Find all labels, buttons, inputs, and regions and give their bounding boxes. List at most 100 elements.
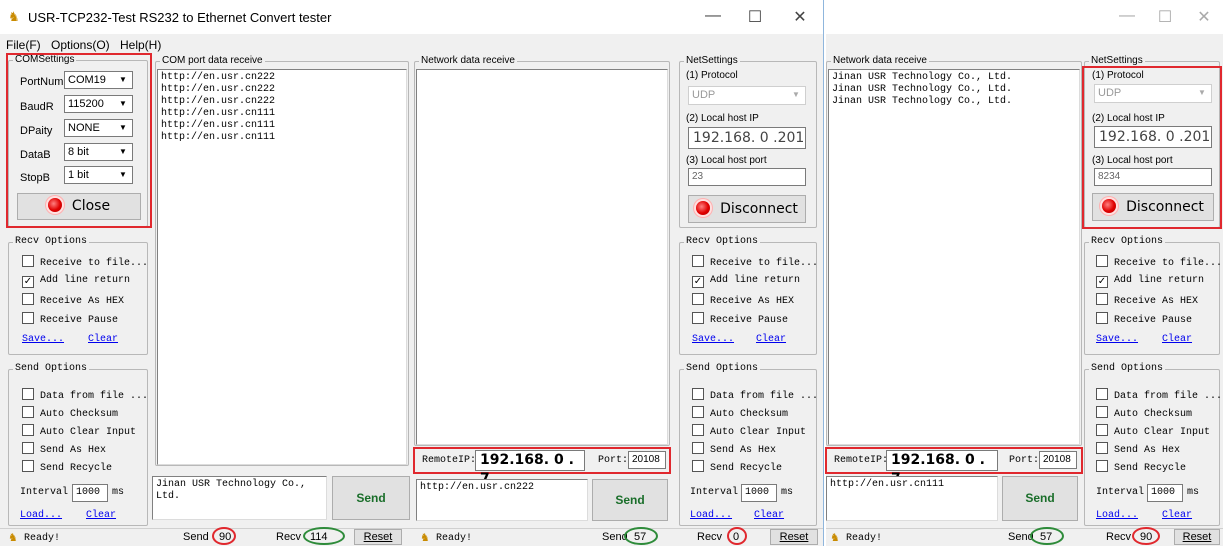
- net1-settings-legend: NetSettings: [686, 55, 738, 66]
- menu-options[interactable]: Options(O): [51, 38, 110, 52]
- close-window-button[interactable]: ✕: [1194, 7, 1214, 27]
- maximize-button[interactable]: ☐: [745, 7, 765, 27]
- net1-receive-hex-checkbox[interactable]: Receive As HEX: [692, 293, 794, 307]
- net1-send-hex-checkbox[interactable]: Send As Hex: [692, 442, 776, 456]
- net2-receive-to-file-checkbox[interactable]: Receive to file...: [1096, 255, 1222, 269]
- net2-receive-hex-checkbox[interactable]: Receive As HEX: [1096, 293, 1198, 307]
- load-link[interactable]: Load...: [20, 510, 62, 521]
- net1-receive-pause-checkbox[interactable]: Receive Pause: [692, 312, 788, 326]
- net2-port-input[interactable]: 20108: [1039, 451, 1077, 469]
- net1-data-from-file-checkbox[interactable]: Data from file ...: [692, 388, 818, 402]
- net1-remote-ip-input[interactable]: 192.168. 0 . 7: [475, 450, 585, 487]
- checkbox-icon: [692, 312, 704, 324]
- receive-to-file-checkbox[interactable]: Receive to file...: [22, 255, 148, 269]
- auto-clear-input-checkbox[interactable]: Auto Clear Input: [22, 424, 136, 438]
- com-receive-line: http://en.usr.cn111: [161, 132, 276, 143]
- checkbox-icon: [22, 312, 34, 324]
- net2-interval-input[interactable]: 1000: [1147, 484, 1183, 502]
- menu-file[interactable]: File(F): [6, 38, 41, 52]
- com-receive-line: http://en.usr.cn111: [161, 108, 276, 119]
- net1-send-options-legend: Send Options: [686, 363, 759, 374]
- net1-local-ip-label: (2) Local host IP: [686, 113, 759, 124]
- receive-pause-checkbox[interactable]: Receive Pause: [22, 312, 118, 326]
- window-title: USR-TCP232-Test RS232 to Ethernet Conver…: [28, 10, 332, 25]
- status-icon: ♞: [420, 532, 430, 544]
- net2-receive-pause-checkbox[interactable]: Receive Pause: [1096, 312, 1192, 326]
- net2-auto-checksum-checkbox[interactable]: Auto Checksum: [1096, 406, 1192, 420]
- net2-send-recycle-checkbox[interactable]: Send Recycle: [1096, 460, 1186, 474]
- title-bar: ♞ USR-TCP232-Test RS232 to Ethernet Conv…: [0, 0, 823, 34]
- net2-send-input[interactable]: http://en.usr.cn111: [826, 476, 998, 521]
- net2-interval-label: Interval: [1096, 487, 1145, 498]
- net1-send-button[interactable]: Send: [592, 479, 668, 521]
- net2-send-options-legend: Send Options: [1091, 363, 1164, 374]
- net1-send-clear-link[interactable]: Clear: [754, 510, 784, 521]
- net1-local-port-input[interactable]: 23: [688, 168, 806, 186]
- send-recycle-checkbox[interactable]: Send Recycle: [22, 460, 112, 474]
- menu-help[interactable]: Help(H): [120, 38, 161, 52]
- net2-remote-ip-input[interactable]: 192.168. 0 . 7: [886, 450, 998, 487]
- recv-clear-link[interactable]: Clear: [88, 334, 118, 345]
- net2-data-from-file-checkbox[interactable]: Data from file ...: [1096, 388, 1222, 402]
- interval-label: Interval: [20, 487, 69, 498]
- net2-receive-legend: Network data receive: [833, 55, 927, 66]
- net2-load-link[interactable]: Load...: [1096, 510, 1138, 521]
- net1-auto-checksum-checkbox[interactable]: Auto Checksum: [692, 406, 788, 420]
- auto-checksum-label: Auto Checksum: [710, 409, 789, 420]
- net1-receive-to-file-checkbox[interactable]: Receive to file...: [692, 255, 818, 269]
- net1-protocol-select[interactable]: UDP ▼: [688, 86, 806, 105]
- checkmark-icon: ✓: [692, 276, 704, 288]
- data-from-file-checkbox[interactable]: Data from file ...: [22, 388, 148, 402]
- add-line-return-checkbox[interactable]: ✓ Add line return: [22, 274, 130, 288]
- net2-add-line-return-checkbox[interactable]: ✓ Add line return: [1096, 274, 1204, 288]
- close-window-button[interactable]: ✕: [790, 7, 810, 27]
- net2-reset-button[interactable]: Reset: [1174, 529, 1220, 545]
- send-hex-label: Send As Hex: [1114, 445, 1181, 456]
- net1-send-recycle-checkbox[interactable]: Send Recycle: [692, 460, 782, 474]
- checkbox-icon: [22, 424, 34, 436]
- net1-disconnect-button[interactable]: Disconnect: [688, 195, 806, 223]
- send-clear-link[interactable]: Clear: [86, 510, 116, 521]
- receive-hex-label: Receive As HEX: [1114, 296, 1199, 307]
- net1-receive-area[interactable]: [416, 69, 668, 445]
- net2-auto-clear-input-checkbox[interactable]: Auto Clear Input: [1096, 424, 1210, 438]
- receive-pause-label: Receive Pause: [1114, 315, 1193, 326]
- minimize-button[interactable]: —: [1117, 7, 1137, 25]
- checkbox-icon: [22, 442, 34, 454]
- send-hex-checkbox[interactable]: Send As Hex: [22, 442, 106, 456]
- com-receive-area[interactable]: http://en.usr.cn222 http://en.usr.cn222 …: [157, 69, 407, 465]
- net1-reset-button[interactable]: Reset: [770, 529, 818, 545]
- checkbox-icon: [1096, 424, 1108, 436]
- net2-send-button[interactable]: Send: [1002, 476, 1078, 521]
- net1-auto-clear-input-checkbox[interactable]: Auto Clear Input: [692, 424, 806, 438]
- net1-add-line-return-checkbox[interactable]: ✓ Add line return: [692, 274, 800, 288]
- com-receive-line: http://en.usr.cn222: [161, 96, 276, 107]
- net2-recv-clear-link[interactable]: Clear: [1162, 334, 1192, 345]
- left-recv-label: Recv: [276, 531, 302, 543]
- net2-receive-area[interactable]: Jinan USR Technology Co., Ltd. Jinan USR…: [828, 69, 1080, 445]
- net1-local-ip-input[interactable]: 192.168. 0 .201: [688, 127, 806, 149]
- net2-send-clear-link[interactable]: Clear: [1162, 510, 1192, 521]
- receive-hex-checkbox[interactable]: Receive As HEX: [22, 293, 124, 307]
- net1-recv-clear-link[interactable]: Clear: [756, 334, 786, 345]
- net1-load-link[interactable]: Load...: [690, 510, 732, 521]
- left-reset-button[interactable]: Reset: [354, 529, 402, 545]
- net1-send-input[interactable]: http://en.usr.cn222: [416, 479, 588, 521]
- net1-interval-input[interactable]: 1000: [741, 484, 777, 502]
- minimize-button[interactable]: —: [703, 7, 723, 25]
- net2-status-text: Ready!: [846, 533, 883, 544]
- net2-save-link[interactable]: Save...: [1096, 334, 1138, 345]
- auto-checksum-checkbox[interactable]: Auto Checksum: [22, 406, 118, 420]
- net2-send-hex-checkbox[interactable]: Send As Hex: [1096, 442, 1180, 456]
- save-link[interactable]: Save...: [22, 334, 64, 345]
- interval-input[interactable]: 1000: [72, 484, 108, 502]
- com-send-input[interactable]: Jinan USR Technology Co., Ltd.: [152, 476, 327, 520]
- net1-port-input[interactable]: 20108: [628, 451, 666, 469]
- checkbox-icon: [22, 293, 34, 305]
- com-send-button[interactable]: Send: [332, 476, 410, 520]
- net1-protocol-label: (1) Protocol: [686, 70, 738, 81]
- maximize-button[interactable]: ☐: [1155, 7, 1175, 27]
- send-recycle-label: Send Recycle: [40, 463, 113, 474]
- net1-save-link[interactable]: Save...: [692, 334, 734, 345]
- net2-receive-line: Jinan USR Technology Co., Ltd.: [832, 96, 1013, 107]
